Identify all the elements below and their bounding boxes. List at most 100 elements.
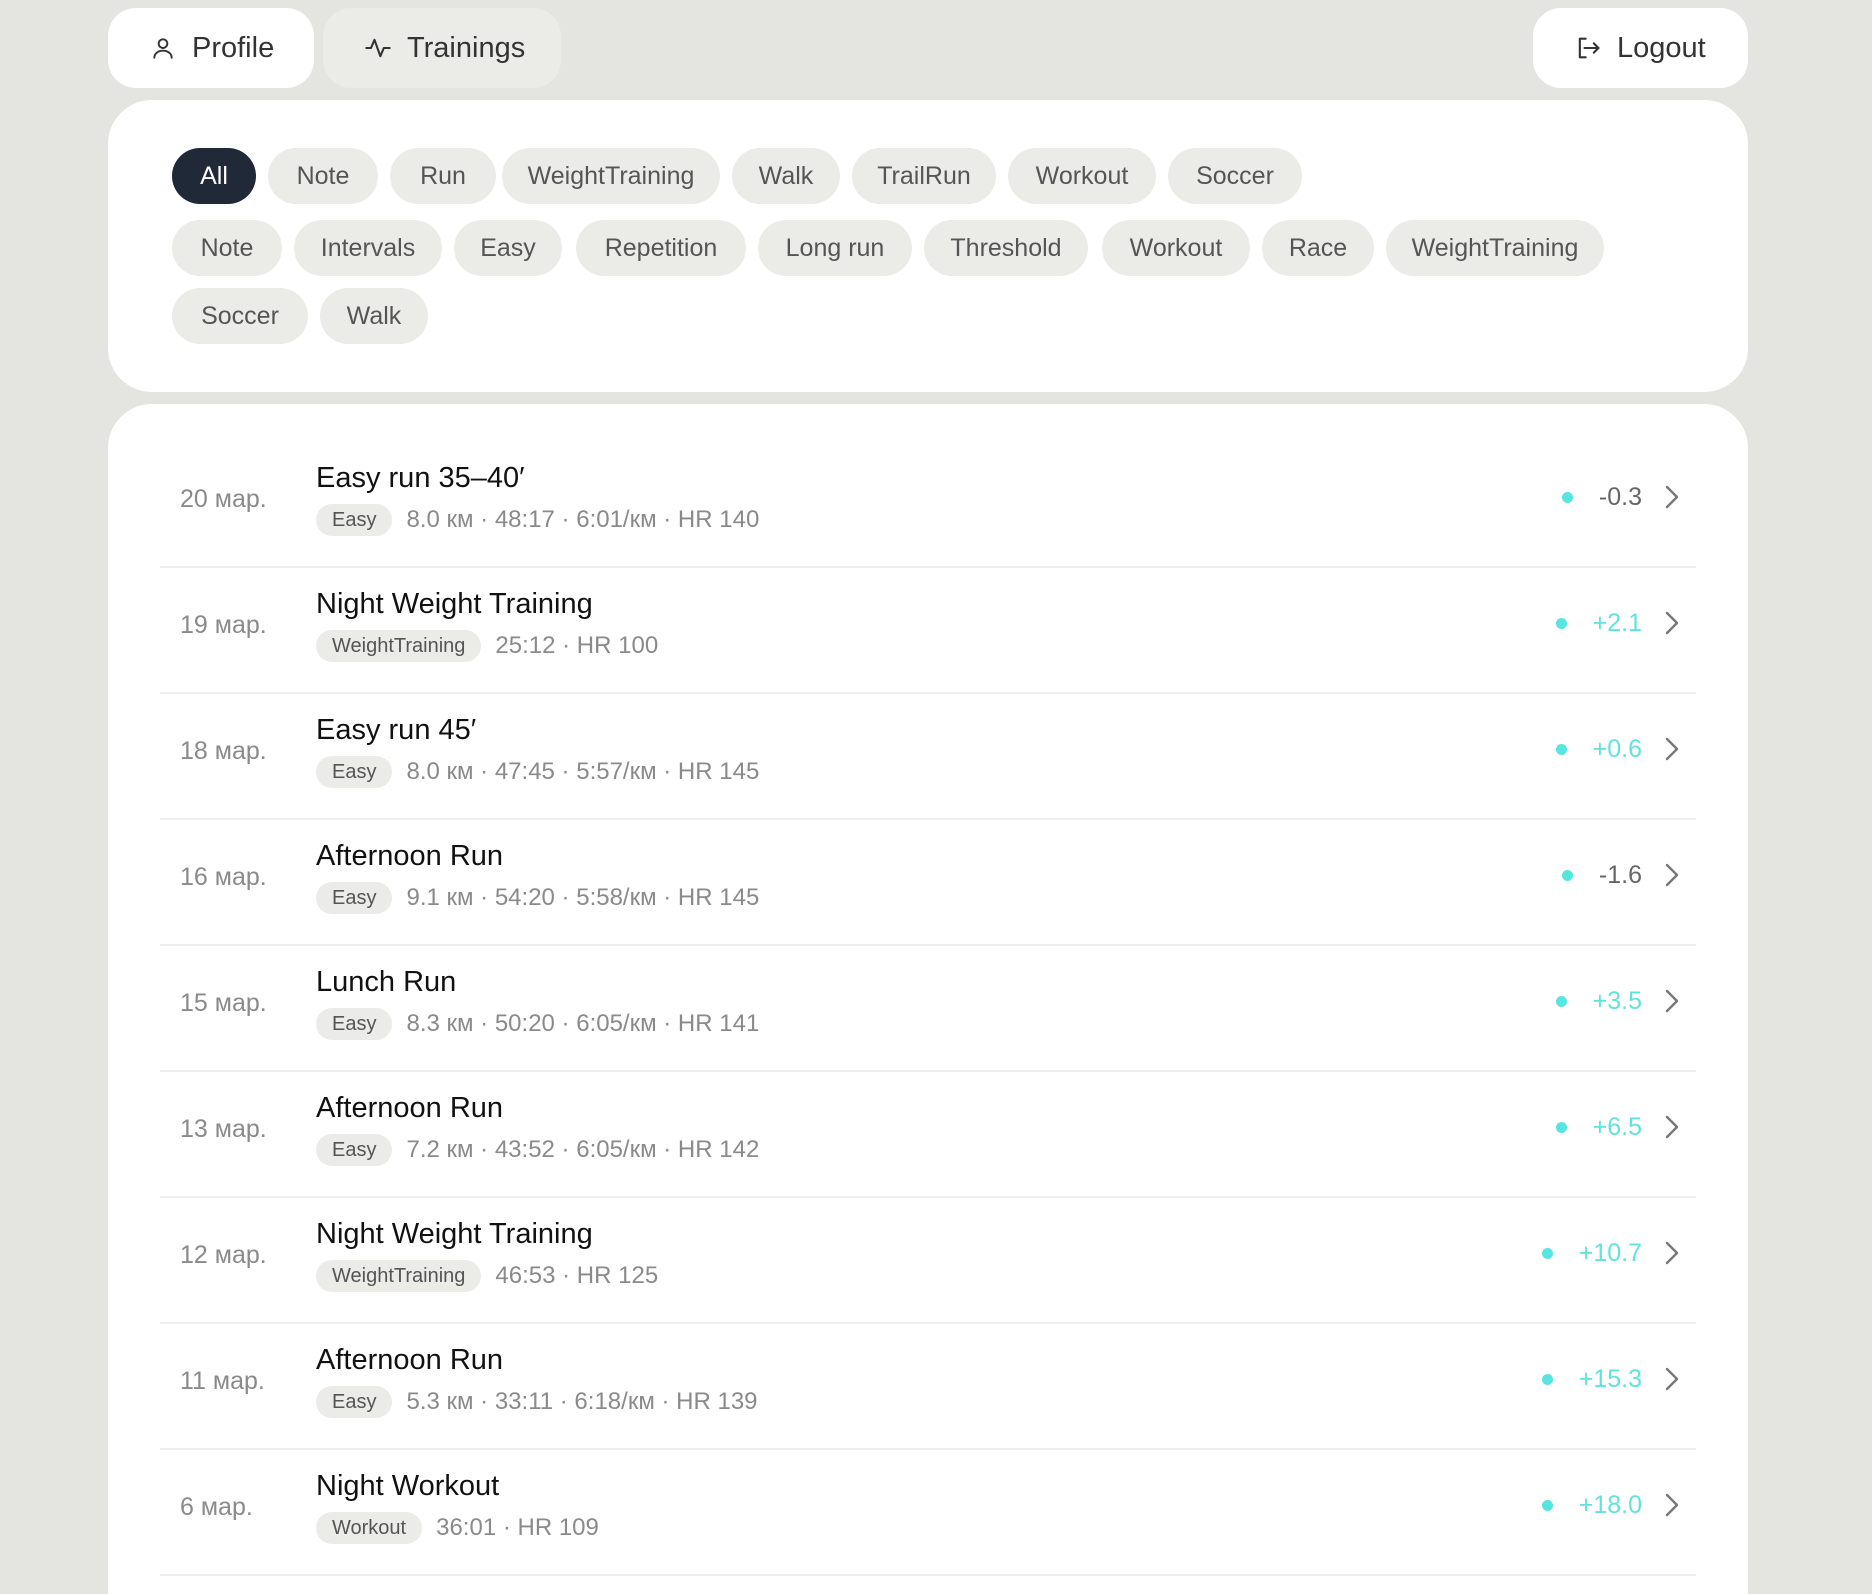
filter-chip-race[interactable]: Race <box>1262 220 1374 276</box>
chevron-right-icon[interactable] <box>1662 1364 1682 1394</box>
training-title: Night Weight Training <box>316 1218 593 1250</box>
filter-chip-easy[interactable]: Easy <box>454 220 562 276</box>
training-date: 11 мар. <box>180 1367 265 1395</box>
training-stats: 7.2 км · 43:52 · 6:05/км · HR 142 <box>406 1136 760 1163</box>
status-dot <box>1561 491 1573 503</box>
training-row[interactable]: 11 мар. Afternoon Run Easy 5.3 км · 33:1… <box>160 1326 1696 1450</box>
user-icon <box>148 33 178 63</box>
chevron-right-icon[interactable] <box>1662 482 1682 512</box>
training-delta-group: +0.6 <box>1555 734 1682 764</box>
training-stats: 46:53 · HR 125 <box>495 1262 659 1289</box>
training-type-tag: WeightTraining <box>316 1260 482 1292</box>
filter-chip-intervals[interactable]: Intervals <box>294 220 442 276</box>
chevron-right-icon[interactable] <box>1662 734 1682 764</box>
chevron-right-icon[interactable] <box>1662 1112 1682 1142</box>
status-dot <box>1541 1373 1553 1385</box>
training-title: Easy run 45′ <box>316 714 477 746</box>
filter-chip-workout[interactable]: Workout <box>1008 148 1156 204</box>
training-row[interactable]: 13 мар. Afternoon Run Easy 7.2 км · 43:5… <box>160 1074 1696 1198</box>
training-title: Lunch Run <box>316 966 457 998</box>
training-delta: +3.5 <box>1592 986 1642 1015</box>
filter-chip-run[interactable]: Run <box>390 148 496 204</box>
trainings-label: Trainings <box>407 31 526 64</box>
filter-chip-weighttraining[interactable]: WeightTraining <box>502 148 720 204</box>
training-title: Afternoon Run <box>316 1092 504 1124</box>
filter-chip-threshold[interactable]: Threshold <box>924 220 1088 276</box>
training-delta: -1.6 <box>1598 860 1642 889</box>
training-date: 18 мар. <box>180 737 267 765</box>
training-delta-group: -0.3 <box>1561 482 1682 512</box>
training-meta: Easy 8.0 км · 47:45 · 5:57/км · HR 145 <box>316 756 759 788</box>
training-type-tag: Easy <box>316 1008 393 1040</box>
filter-chip-note[interactable]: Note <box>268 148 378 204</box>
training-delta: -0.3 <box>1598 482 1642 511</box>
training-delta-group: -1.6 <box>1561 860 1682 890</box>
filter-chip-walk-2[interactable]: Walk <box>320 288 428 344</box>
chevron-right-icon[interactable] <box>1662 860 1682 890</box>
training-delta: +10.7 <box>1578 1238 1642 1267</box>
filter-chip-walk[interactable]: Walk <box>732 148 840 204</box>
filter-panel: All Note Run WeightTraining Walk TrailRu… <box>108 100 1748 392</box>
filter-chip-weighttraining-2[interactable]: WeightTraining <box>1386 220 1604 276</box>
training-meta: Workout 36:01 · HR 109 <box>316 1512 599 1544</box>
training-delta-group: +2.1 <box>1555 608 1682 638</box>
training-meta: Easy 8.0 км · 48:17 · 6:01/км · HR 140 <box>316 504 759 536</box>
training-title: Afternoon Run <box>316 840 504 872</box>
trainings-list: 20 мар. Easy run 35–40′ Easy 8.0 км · 48… <box>108 404 1748 1594</box>
training-date: 16 мар. <box>180 863 267 891</box>
training-date: 15 мар. <box>180 989 267 1017</box>
training-title: Night Weight Training <box>316 588 593 620</box>
training-type-tag: Easy <box>316 1134 393 1166</box>
training-stats: 8.0 км · 47:45 · 5:57/км · HR 145 <box>406 758 760 785</box>
filter-chip-repetition[interactable]: Repetition <box>576 220 746 276</box>
activity-icon <box>363 33 393 63</box>
filter-chip-soccer-2[interactable]: Soccer <box>172 288 308 344</box>
filter-chip-workout-2[interactable]: Workout <box>1102 220 1250 276</box>
logout-label: Logout <box>1617 31 1706 64</box>
training-delta-group: +10.7 <box>1541 1238 1682 1268</box>
status-dot <box>1555 617 1567 629</box>
training-stats: 9.1 км · 54:20 · 5:58/км · HR 145 <box>406 884 760 911</box>
training-delta: +6.5 <box>1592 1112 1642 1141</box>
training-row[interactable]: 12 мар. Night Weight Training WeightTrai… <box>160 1200 1696 1324</box>
filter-chip-all[interactable]: All <box>172 148 256 204</box>
training-delta-group: +3.5 <box>1555 986 1682 1016</box>
training-meta: Easy 5.3 км · 33:11 · 6:18/км · HR 139 <box>316 1386 758 1418</box>
status-dot <box>1555 1121 1567 1133</box>
training-type-tag: Workout <box>316 1512 423 1544</box>
training-row[interactable]: 16 мар. Afternoon Run Easy 9.1 км · 54:2… <box>160 822 1696 946</box>
training-row[interactable]: 19 мар. Night Weight Training WeightTrai… <box>160 570 1696 694</box>
status-dot <box>1541 1499 1553 1511</box>
filter-chip-trailrun[interactable]: TrailRun <box>852 148 996 204</box>
chevron-right-icon[interactable] <box>1662 1490 1682 1520</box>
training-meta: WeightTraining 46:53 · HR 125 <box>316 1260 658 1292</box>
top-nav: Profile Trainings Logout <box>108 8 1748 88</box>
chevron-right-icon[interactable] <box>1662 986 1682 1016</box>
chevron-right-icon[interactable] <box>1662 1238 1682 1268</box>
training-delta-group: +6.5 <box>1555 1112 1682 1142</box>
training-stats: 8.3 км · 50:20 · 6:05/км · HR 141 <box>406 1010 760 1037</box>
training-meta: Easy 9.1 км · 54:20 · 5:58/км · HR 145 <box>316 882 759 914</box>
filter-chip-soccer[interactable]: Soccer <box>1168 148 1302 204</box>
trainings-button[interactable]: Trainings <box>323 8 561 88</box>
training-type-tag: Easy <box>316 756 393 788</box>
profile-label: Profile <box>192 31 275 64</box>
training-date: 6 мар. <box>180 1493 253 1521</box>
training-type-tag: Easy <box>316 882 393 914</box>
training-title: Night Workout <box>316 1470 500 1502</box>
chevron-right-icon[interactable] <box>1662 608 1682 638</box>
profile-button[interactable]: Profile <box>108 8 314 88</box>
status-dot <box>1555 995 1567 1007</box>
filter-chip-note-2[interactable]: Note <box>172 220 282 276</box>
training-meta: WeightTraining 25:12 · HR 100 <box>316 630 658 662</box>
training-stats: 36:01 · HR 109 <box>436 1514 599 1541</box>
training-row[interactable]: 15 мар. Lunch Run Easy 8.3 км · 50:20 · … <box>160 948 1696 1072</box>
training-row[interactable]: 6 мар. Night Workout Workout 36:01 · HR … <box>160 1452 1696 1576</box>
training-date: 12 мар. <box>180 1241 267 1269</box>
filter-chip-long-run[interactable]: Long run <box>758 220 912 276</box>
training-row[interactable]: 20 мар. Easy run 35–40′ Easy 8.0 км · 48… <box>160 444 1696 568</box>
training-stats: 5.3 км · 33:11 · 6:18/км · HR 139 <box>406 1388 758 1415</box>
training-row[interactable]: 18 мар. Easy run 45′ Easy 8.0 км · 47:45… <box>160 696 1696 820</box>
logout-button[interactable]: Logout <box>1533 8 1748 88</box>
training-type-tag: Easy <box>316 504 393 536</box>
